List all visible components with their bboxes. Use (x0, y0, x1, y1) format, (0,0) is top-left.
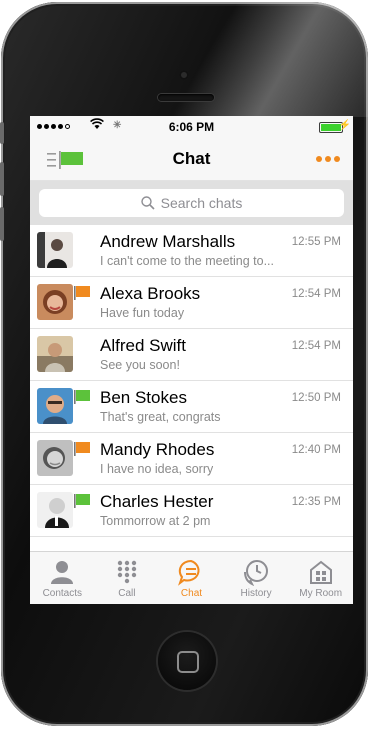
message-time: 12:50 PM (291, 392, 341, 404)
home-square-icon (177, 651, 199, 673)
green-flag-icon (74, 494, 90, 508)
chat-row[interactable]: Alexa Brooks Have fun today 12:54 PM (30, 277, 353, 329)
contact-name: Ben Stokes (100, 388, 187, 407)
more-options-icon[interactable] (316, 156, 340, 162)
contact-name: Mandy Rhodes (100, 440, 215, 459)
navigation-bar: Chat (30, 138, 353, 181)
message-time: 12:54 PM (291, 340, 341, 352)
search-placeholder: Search chats (160, 195, 243, 211)
search-bar: Search chats (30, 181, 353, 225)
status-bar: ✳ 6:06 PM ⚡ (30, 116, 353, 138)
house-icon (309, 560, 332, 584)
chat-row[interactable]: Ben Stokes That's great, congrats 12:50 … (30, 381, 353, 433)
tab-label: My Room (299, 588, 343, 599)
search-input[interactable]: Search chats (39, 189, 344, 217)
message-time: 12:54 PM (291, 288, 341, 300)
chat-bubble-icon (178, 559, 200, 586)
orange-flag-icon (74, 286, 90, 300)
message-preview: I have no idea, sorry (100, 462, 214, 476)
status-time: 6:06 PM (168, 120, 215, 134)
message-time: 12:55 PM (291, 236, 341, 248)
chat-row[interactable]: Andrew Marshalls I can't come to the mee… (30, 225, 353, 277)
message-preview: See you soon! (100, 358, 180, 372)
avatar (37, 440, 73, 476)
volume-up-button (0, 162, 4, 196)
page-title: Chat (172, 149, 211, 168)
tab-bar: Contacts Call Chat History My Room (30, 551, 353, 604)
phone-screen: ✳ 6:06 PM ⚡ Chat Search chats Andrew Mar… (30, 116, 353, 604)
chat-row[interactable]: Charles Hester Tommorrow at 2 pm 12:35 P… (30, 485, 353, 537)
tab-chat[interactable]: Chat (159, 552, 224, 604)
contact-name: Alexa Brooks (100, 284, 201, 303)
tab-contacts[interactable]: Contacts (30, 552, 95, 604)
mute-switch (0, 122, 4, 144)
charging-icon: ⚡ (338, 120, 351, 131)
tab-label: Call (118, 588, 136, 599)
avatar (37, 232, 73, 268)
contact-name: Alfred Swift (100, 336, 186, 355)
message-time: 12:40 PM (291, 444, 341, 456)
green-flag-icon (74, 390, 90, 404)
message-preview: Have fun today (100, 306, 185, 320)
chat-list: Andrew Marshalls I can't come to the mee… (30, 225, 353, 537)
home-button[interactable] (158, 632, 216, 690)
tab-history[interactable]: History (224, 552, 289, 604)
clock-phone-icon (244, 560, 269, 586)
chat-row[interactable]: Alfred Swift See you soon! 12:54 PM (30, 329, 353, 381)
contact-name: Charles Hester (100, 492, 214, 511)
message-preview: That's great, congrats (100, 410, 221, 424)
message-preview: I can't come to the meeting to... (100, 254, 275, 268)
tab-call[interactable]: Call (95, 552, 160, 604)
avatar (37, 336, 73, 372)
tab-label: Chat (180, 588, 203, 599)
tab-label: History (240, 588, 272, 599)
keypad-icon (117, 560, 137, 584)
tab-label: Contacts (42, 588, 83, 599)
avatar (37, 492, 73, 528)
tab-my-room[interactable]: My Room (288, 552, 353, 604)
person-icon (51, 561, 74, 584)
chat-row[interactable]: Mandy Rhodes I have no idea, sorry 12:40… (30, 433, 353, 485)
search-icon (140, 196, 155, 210)
volume-down-button (0, 207, 4, 241)
front-camera (179, 70, 189, 80)
message-preview: Tommorrow at 2 pm (100, 514, 211, 528)
contact-name: Andrew Marshalls (100, 232, 236, 251)
message-time: 12:35 PM (291, 496, 341, 508)
avatar (37, 284, 73, 320)
avatar (37, 388, 73, 424)
earpiece-speaker (158, 94, 214, 101)
orange-flag-icon (74, 442, 90, 456)
